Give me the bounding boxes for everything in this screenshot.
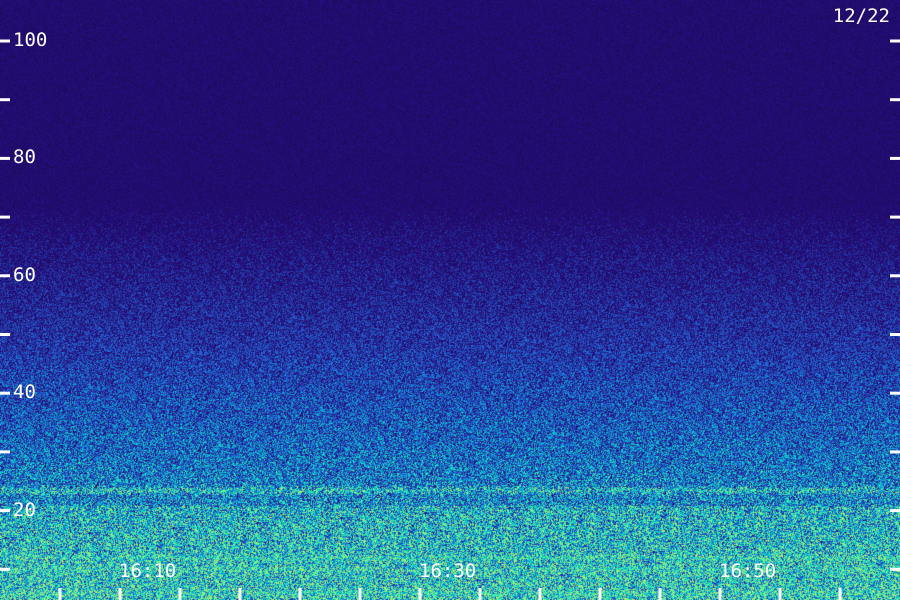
date-label: 12/22 — [832, 5, 890, 27]
y-tick-label: 60 — [13, 263, 36, 286]
x-tick-label: 16:30 — [419, 560, 477, 582]
y-tick-label: 100 — [13, 29, 48, 51]
y-tick-label: 80 — [13, 146, 36, 169]
chart-axes — [0, 39, 900, 600]
x-tick-label: 16:50 — [719, 560, 777, 582]
y-tick-label: 40 — [13, 381, 36, 404]
y-tick-label: 20 — [13, 498, 36, 521]
spectrogram-chart: 20 40 60 80 100 16:10 16:30 16:50 12/22 — [0, 0, 900, 600]
x-tick-label: 16:10 — [119, 560, 177, 582]
